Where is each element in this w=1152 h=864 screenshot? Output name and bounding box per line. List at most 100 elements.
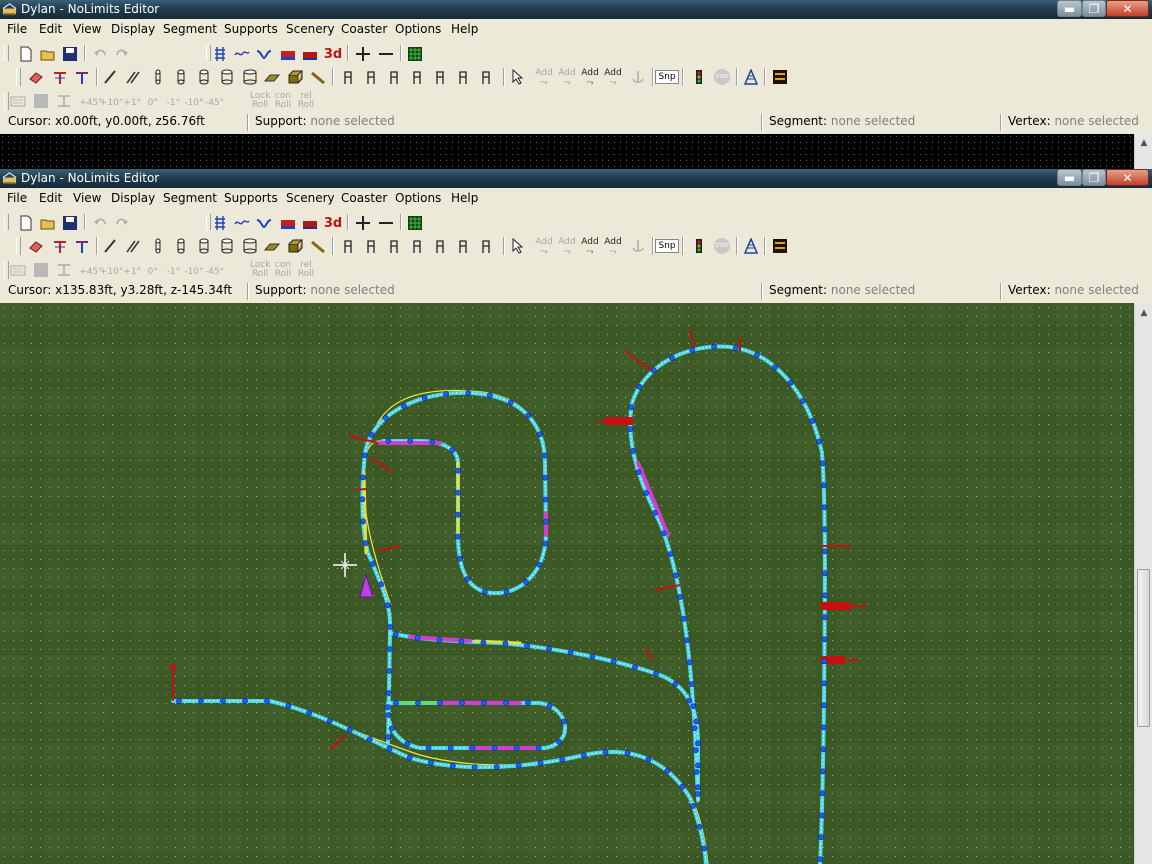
snap-toggle-button[interactable]: Snp <box>655 236 679 256</box>
track-vertex[interactable] <box>429 438 436 445</box>
track-vertex[interactable] <box>486 392 493 399</box>
tee-blue-support-icon[interactable] <box>72 236 92 256</box>
track-vertex[interactable] <box>361 452 368 459</box>
menu-supports[interactable]: Supports <box>224 191 278 205</box>
menu-segment[interactable]: Segment <box>163 191 217 205</box>
tower-6-icon[interactable] <box>453 236 473 256</box>
footer-block-icon[interactable] <box>262 236 282 256</box>
track-vertex[interactable] <box>386 646 393 652</box>
traffic-light-icon[interactable] <box>689 236 709 256</box>
track-vertex[interactable] <box>664 768 671 774</box>
menu-supports[interactable]: Supports <box>224 22 278 36</box>
add-tool-3-button[interactable]: Add ⤳ <box>580 236 600 256</box>
track-vertex[interactable] <box>693 769 700 775</box>
track-vertex[interactable] <box>385 712 392 718</box>
menu-options[interactable]: Options <box>395 191 441 205</box>
cube-block-icon[interactable] <box>285 67 305 87</box>
track-vertex[interactable] <box>542 474 549 481</box>
track-vertex[interactable] <box>733 345 739 351</box>
track-vertex[interactable] <box>491 745 498 751</box>
zoom-in-icon[interactable] <box>353 44 373 64</box>
tower-3-icon[interactable] <box>384 236 404 256</box>
track-vertex[interactable] <box>542 518 549 525</box>
scroll-up-icon[interactable]: ▲ <box>1137 136 1151 150</box>
save-icon[interactable] <box>60 44 80 64</box>
wave-track-icon[interactable] <box>232 44 252 64</box>
menu-file[interactable]: File <box>7 22 27 36</box>
title-bar[interactable]: Dylan - NoLimits Editor ▬ ❐ ✕ <box>0 0 1152 19</box>
track-vertex[interactable] <box>817 856 824 863</box>
track-vertex[interactable] <box>523 579 529 585</box>
add-tool-4-button[interactable]: Add ⤳ <box>603 67 623 87</box>
track-vertex[interactable] <box>458 638 465 645</box>
track-vertex[interactable] <box>525 700 531 706</box>
track-vertex[interactable] <box>464 576 471 582</box>
track-vertex[interactable] <box>469 745 476 751</box>
lift-tower-icon[interactable] <box>741 67 761 87</box>
track-vertex[interactable] <box>525 412 532 419</box>
track-vertex[interactable] <box>437 700 443 706</box>
track-vertex[interactable] <box>820 768 826 775</box>
track-vertex[interactable] <box>459 700 465 706</box>
track-view-icon[interactable] <box>210 44 230 64</box>
dip-track-icon[interactable] <box>254 44 274 64</box>
track-vertex[interactable] <box>384 602 391 609</box>
track-vertex[interactable] <box>388 725 395 732</box>
title-bar[interactable]: Dylan - NoLimits Editor ▬ ❐ ✕ <box>0 169 1152 188</box>
menu-coaster[interactable]: Coaster <box>341 191 387 205</box>
track-vertex[interactable] <box>387 624 394 630</box>
track-vertex[interactable] <box>819 790 826 797</box>
maximize-button[interactable]: ❐ <box>1082 169 1106 186</box>
menu-help[interactable]: Help <box>451 22 478 36</box>
track-vertex[interactable] <box>535 745 542 751</box>
menu-scenery[interactable]: Scenery <box>286 22 335 36</box>
track-vertex[interactable] <box>556 738 562 745</box>
track-vertex[interactable] <box>393 700 399 706</box>
track-vertex[interactable] <box>696 824 703 830</box>
track-vertex[interactable] <box>677 593 684 600</box>
track-vertex[interactable] <box>414 634 421 641</box>
station-icon[interactable] <box>770 236 790 256</box>
new-file-icon[interactable] <box>16 44 36 64</box>
select-arrow-icon[interactable] <box>508 67 528 87</box>
eraser-icon[interactable] <box>26 67 46 87</box>
add-tool-1-button[interactable]: Add ⤳ <box>534 67 554 87</box>
track-vertex[interactable] <box>456 555 463 562</box>
track-vertex[interactable] <box>643 489 649 496</box>
cube-block-icon[interactable] <box>285 236 305 256</box>
track-vertex[interactable] <box>645 756 652 763</box>
track-vertex[interactable] <box>822 592 828 599</box>
station-icon[interactable] <box>770 67 790 87</box>
track-vertex[interactable] <box>818 834 824 841</box>
track-vertex[interactable] <box>503 588 510 595</box>
track-vertex[interactable] <box>465 390 471 396</box>
tower-1-icon[interactable] <box>338 236 358 256</box>
track-vertex[interactable] <box>690 703 697 709</box>
menu-edit[interactable]: Edit <box>39 191 62 205</box>
track-vertex[interactable] <box>455 533 461 540</box>
track-vertex[interactable] <box>610 658 617 665</box>
minimize-button[interactable]: ▬ <box>1057 169 1082 186</box>
beam-icon[interactable] <box>308 236 328 256</box>
vertical-scrollbar[interactable]: ▲ <box>1134 134 1152 169</box>
track-vertex[interactable] <box>689 347 696 353</box>
track-vertex[interactable] <box>385 690 392 696</box>
add-tool-3-button[interactable]: Add ⤳ <box>580 67 600 87</box>
track-vertex[interactable] <box>536 431 543 438</box>
track-vertex[interactable] <box>627 426 634 432</box>
traffic-light-icon[interactable] <box>689 67 709 87</box>
track-vertex[interactable] <box>378 581 384 588</box>
tower-7-icon[interactable] <box>476 67 496 87</box>
track-vertex[interactable] <box>385 734 391 740</box>
cylinder-3-icon[interactable] <box>194 236 214 256</box>
anchor-icon[interactable] <box>628 67 648 87</box>
eraser-icon[interactable] <box>26 236 46 256</box>
track-vertex[interactable] <box>672 680 679 687</box>
track-vertex[interactable] <box>821 548 828 555</box>
editor-viewport[interactable] <box>0 303 1134 864</box>
track-vertex[interactable] <box>382 415 389 421</box>
pencil-icon[interactable] <box>100 67 120 87</box>
tower-5-icon[interactable] <box>430 67 450 87</box>
cylinder-1-icon[interactable] <box>148 236 168 256</box>
snap-toggle-button[interactable]: Snp <box>655 67 679 87</box>
